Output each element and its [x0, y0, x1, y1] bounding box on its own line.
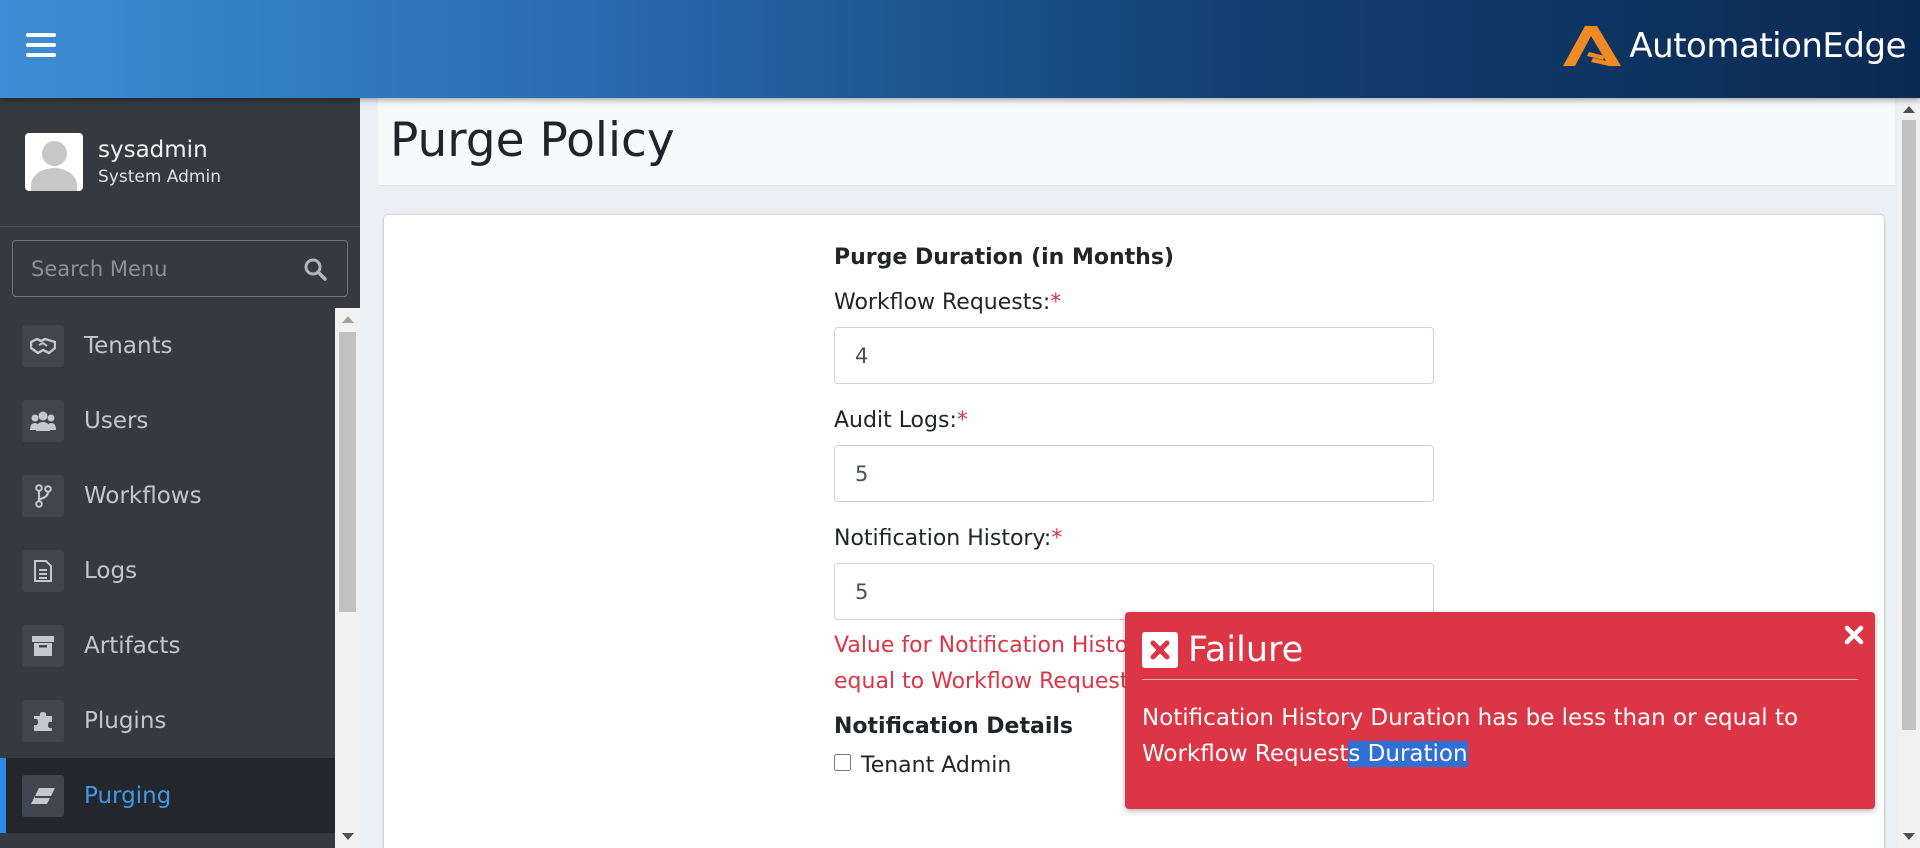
user-panel: sysadmin System Admin — [0, 98, 360, 227]
brand-logo[interactable]: AutomationEdge — [1559, 18, 1906, 74]
sidebar-item-label: Purging — [84, 782, 172, 809]
sidebar: sysadmin System Admin Tenants Users — [0, 98, 360, 848]
selected-text: s Duration — [1348, 741, 1468, 767]
page-title: Purge Policy — [390, 113, 675, 168]
workflow-requests-label: Workflow Requests:* — [834, 290, 1062, 315]
purge-duration-heading: Purge Duration (in Months) — [834, 245, 1174, 270]
search-menu-input[interactable] — [31, 256, 301, 281]
sidebar-scrollbar[interactable] — [335, 308, 360, 848]
required-marker: * — [1050, 290, 1062, 315]
page-scrollbar[interactable] — [1898, 98, 1920, 848]
search-icon[interactable] — [303, 257, 327, 281]
failure-toast: Failure Notification History Duration ha… — [1125, 612, 1875, 809]
user-info: sysadmin System Admin — [98, 135, 221, 189]
close-icon[interactable] — [1843, 624, 1865, 646]
sidebar-item-label: Users — [84, 407, 149, 434]
scrollbar-thumb[interactable] — [1902, 120, 1916, 730]
notification-history-label: Notification History:* — [834, 526, 1063, 551]
sidebar-item-label: Artifacts — [84, 632, 181, 659]
top-header: AutomationEdge — [0, 0, 1920, 98]
content-header: Purge Policy — [378, 98, 1895, 186]
toast-header: Failure — [1142, 628, 1858, 680]
sidebar-item-logs[interactable]: Logs — [0, 533, 335, 608]
toast-message: Notification History Duration has be les… — [1142, 700, 1862, 772]
sidebar-item-label: Workflows — [84, 482, 202, 509]
sidebar-item-users[interactable]: Users — [0, 383, 335, 458]
logo-text: AutomationEdge — [1629, 26, 1906, 66]
audit-logs-label: Audit Logs:* — [834, 408, 968, 433]
sidebar-item-workflows[interactable]: Workflows — [0, 458, 335, 533]
sidebar-item-label: Plugins — [84, 707, 167, 734]
user-role: System Admin — [98, 167, 221, 187]
sidebar-item-plugins[interactable]: Plugins — [0, 683, 335, 758]
sidebar-menu: Tenants Users Workflows Logs Artifacts P… — [0, 308, 335, 848]
user-name[interactable]: sysadmin — [98, 135, 221, 165]
sidebar-item-artifacts[interactable]: Artifacts — [0, 608, 335, 683]
tenant-admin-label: Tenant Admin — [861, 753, 1012, 778]
scroll-up-arrow-icon[interactable] — [1903, 106, 1915, 113]
search-menu-box — [12, 240, 348, 297]
required-marker: * — [1051, 526, 1063, 551]
avatar[interactable] — [25, 133, 83, 191]
hamburger-icon[interactable] — [26, 33, 56, 59]
workflow-requests-field[interactable] — [834, 327, 1434, 384]
users-icon — [22, 399, 64, 442]
handshake-icon — [22, 324, 64, 367]
scroll-down-arrow-icon[interactable] — [1903, 833, 1915, 840]
error-x-icon — [1142, 631, 1178, 668]
scrollbar-thumb[interactable] — [339, 332, 356, 612]
scroll-up-arrow-icon[interactable] — [342, 316, 354, 323]
logo-mark-icon — [1563, 26, 1622, 66]
sidebar-item-tenants[interactable]: Tenants — [0, 308, 335, 383]
document-icon — [22, 549, 64, 592]
branch-icon — [22, 474, 64, 517]
toast-message-text: Notification History Duration has be les… — [1142, 705, 1799, 767]
sidebar-item-label: Tenants — [84, 332, 173, 359]
required-marker: * — [956, 408, 968, 433]
archive-icon — [22, 624, 64, 667]
scroll-down-arrow-icon[interactable] — [342, 833, 354, 840]
eraser-icon — [22, 774, 64, 817]
puzzle-icon — [22, 699, 64, 742]
sidebar-item-purging[interactable]: Purging — [0, 758, 335, 833]
toast-title: Failure — [1188, 629, 1304, 670]
audit-logs-field[interactable] — [834, 445, 1434, 502]
tenant-admin-checkbox[interactable] — [834, 754, 851, 771]
sidebar-item-label: Logs — [84, 557, 138, 584]
